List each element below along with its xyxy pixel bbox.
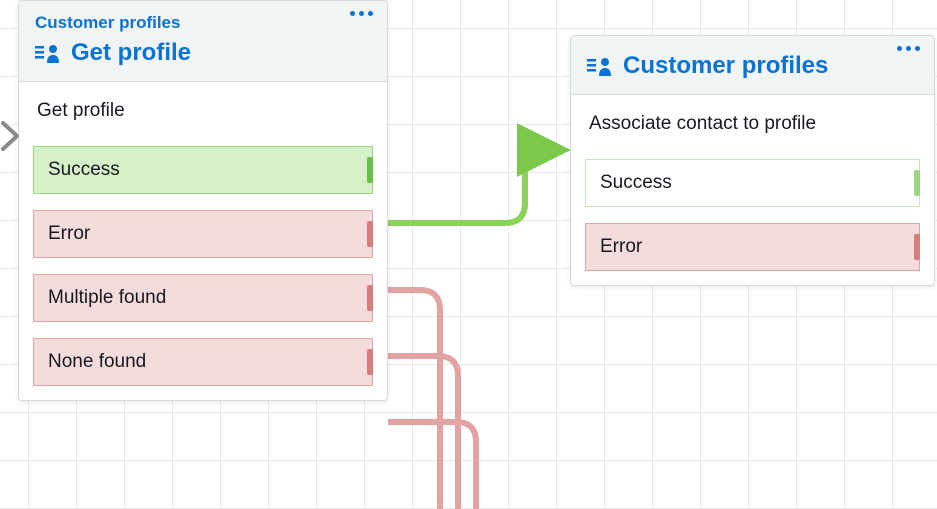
block-category: Customer profiles (35, 13, 371, 33)
port-error[interactable]: Error (33, 210, 373, 258)
port-success[interactable]: Success (585, 159, 920, 207)
flow-canvas[interactable]: Customer profiles Get profile (0, 0, 937, 509)
block-menu-icon[interactable] (897, 46, 920, 51)
action-label: Associate contact to profile (585, 113, 920, 135)
block-input-port[interactable] (1, 121, 21, 156)
port-handle[interactable] (367, 285, 373, 311)
block-header[interactable]: Customer profiles Get profile (19, 1, 387, 82)
port-label: Error (48, 223, 90, 245)
port-multiple-found[interactable]: Multiple found (33, 274, 373, 322)
port-label: Success (600, 172, 672, 194)
block-title: Customer profiles (623, 52, 828, 80)
port-handle[interactable] (367, 221, 373, 247)
action-label: Get profile (33, 100, 373, 122)
block-body: Associate contact to profile Success Err… (571, 95, 934, 285)
connector-success[interactable] (388, 150, 560, 223)
connector-error[interactable] (388, 290, 440, 509)
connector-none-found[interactable] (388, 422, 476, 509)
port-label: Error (600, 236, 642, 258)
port-error[interactable]: Error (585, 223, 920, 271)
port-handle[interactable] (914, 234, 920, 260)
block-menu-icon[interactable] (350, 11, 373, 16)
flow-block-get-profile[interactable]: Customer profiles Get profile (18, 0, 388, 401)
customer-profiles-icon (587, 56, 613, 76)
block-title: Get profile (71, 39, 191, 67)
flow-block-associate-contact[interactable]: Customer profiles Associate contact to p… (570, 35, 935, 286)
port-none-found[interactable]: None found (33, 338, 373, 386)
port-label: Multiple found (48, 287, 166, 309)
port-success[interactable]: Success (33, 146, 373, 194)
port-handle[interactable] (914, 170, 920, 196)
port-label: Success (48, 159, 120, 181)
block-header[interactable]: Customer profiles (571, 36, 934, 95)
block-body: Get profile Success Error Multiple found… (19, 82, 387, 400)
connector-multiple-found[interactable] (388, 356, 458, 509)
port-handle[interactable] (367, 157, 373, 183)
customer-profiles-icon (35, 43, 61, 63)
port-handle[interactable] (367, 349, 373, 375)
port-label: None found (48, 351, 146, 373)
